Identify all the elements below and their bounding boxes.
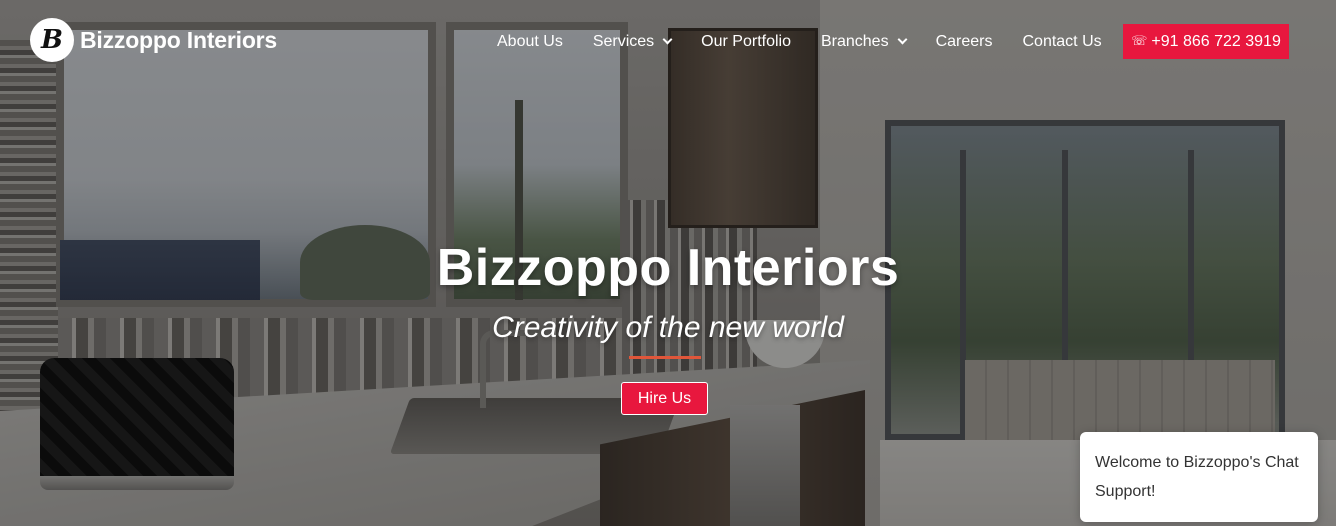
- nav-item-label: Services: [592, 32, 655, 50]
- hero-title: Bizzoppo Interiors: [436, 239, 900, 297]
- chevron-down-icon: [662, 34, 673, 45]
- phone-icon: ☏: [1131, 34, 1148, 49]
- phone-number: +91 866 722 3919: [1151, 32, 1281, 50]
- nav-item-services[interactable]: Services: [592, 32, 673, 51]
- nav-item-contact-us[interactable]: Contact Us: [1022, 33, 1101, 51]
- hero-subtitle: Creativity of the new world: [492, 311, 844, 344]
- phone-call-button[interactable]: ☏ +91 866 722 3919: [1123, 24, 1289, 59]
- nav-item-label: Contact Us: [1022, 32, 1102, 50]
- brand-name: Bizzoppo Interiors: [80, 26, 278, 53]
- chevron-down-icon: [897, 34, 908, 45]
- logo-mark-icon: B: [30, 18, 74, 62]
- nav-item-label: Our Portfolio: [701, 32, 791, 50]
- hire-us-button[interactable]: Hire Us: [621, 382, 708, 415]
- nav-item-label: About Us: [497, 32, 563, 50]
- nav-item-branches[interactable]: Branches: [820, 32, 908, 51]
- nav-item-label: Branches: [820, 32, 889, 50]
- site-header: B Bizzoppo Interiors About Us Services O…: [0, 0, 1336, 82]
- hero-divider: [629, 356, 701, 359]
- nav-item-our-portfolio[interactable]: Our Portfolio: [701, 33, 791, 51]
- nav-item-careers[interactable]: Careers: [936, 33, 993, 51]
- nav-item-label: Careers: [935, 32, 993, 50]
- chat-support-popup[interactable]: Welcome to Bizzoppo's Chat Support!: [1080, 432, 1318, 522]
- chat-welcome-message: Welcome to Bizzoppo's Chat Support!: [1095, 454, 1299, 500]
- nav-item-about-us[interactable]: About Us: [497, 33, 563, 51]
- main-nav: About Us Services Our Portfolio Branches…: [497, 24, 1132, 59]
- site-logo[interactable]: B Bizzoppo Interiors: [30, 18, 277, 62]
